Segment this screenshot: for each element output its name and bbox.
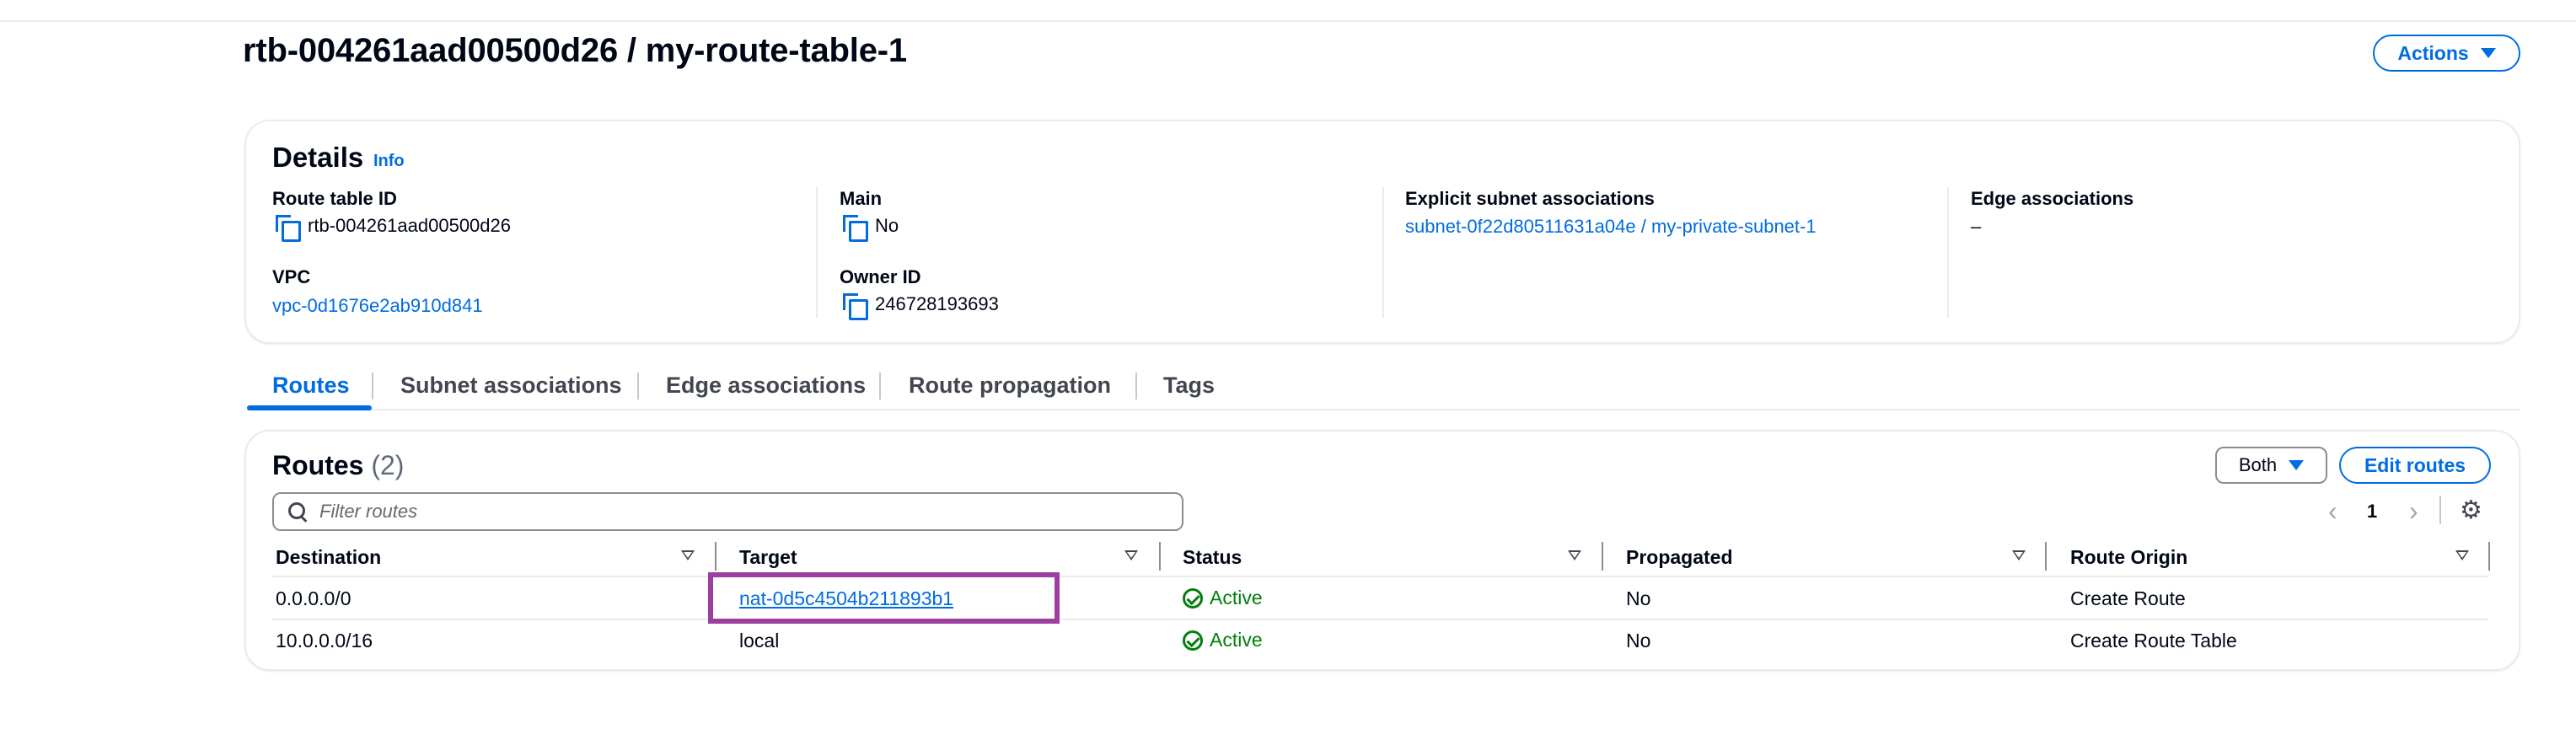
tab-separator (372, 373, 373, 399)
copy-icon[interactable] (843, 215, 868, 242)
caret-down-icon (2480, 48, 2496, 58)
details-heading: Details (272, 142, 364, 173)
column-header-status[interactable]: Status (1183, 546, 1242, 569)
column-header-propagated[interactable]: Propagated (1626, 546, 1733, 569)
column-divider (1382, 187, 1384, 318)
tab-separator (1135, 373, 1137, 399)
info-link[interactable]: Info (373, 152, 405, 171)
owner-id-value: 246728193693 (843, 293, 999, 320)
sort-icon[interactable] (1124, 550, 1138, 560)
owner-id-text: 246728193693 (875, 293, 999, 314)
edit-routes-button[interactable]: Edit routes (2339, 447, 2491, 484)
column-divider (1947, 187, 1949, 318)
routes-count: (2) (371, 450, 405, 480)
actions-button[interactable]: Actions (2373, 35, 2520, 72)
sort-icon[interactable] (2012, 550, 2026, 560)
routes-heading: Routes (2) (272, 450, 404, 481)
tabs-divider (247, 409, 2520, 410)
edge-associations-label: Edge associations (1971, 188, 2134, 209)
explicit-subnet-label: Explicit subnet associations (1405, 188, 1655, 209)
route-status: Active (1183, 629, 1263, 651)
vpc-link[interactable]: vpc-0d1676e2ab910d841 (272, 295, 483, 317)
column-header-route-origin[interactable]: Route Origin (2070, 546, 2187, 569)
status-positive-icon (1183, 630, 1203, 651)
column-resizer[interactable] (1159, 542, 1161, 571)
chevron-right-icon[interactable]: › (2409, 497, 2418, 524)
route-origin: Create Route Table (2070, 630, 2237, 651)
column-resizer[interactable] (2488, 542, 2490, 571)
active-tab-indicator (247, 405, 372, 410)
row-divider (272, 619, 2488, 620)
gear-icon[interactable]: ⚙ (2460, 498, 2482, 523)
main-label: Main (840, 188, 883, 209)
route-filter-select[interactable]: Both (2215, 447, 2327, 484)
filter-routes-input[interactable] (319, 501, 1129, 523)
caret-down-icon (2289, 460, 2305, 470)
header-divider (272, 576, 2488, 577)
tab-route-propagation[interactable]: Route propagation (909, 373, 1111, 399)
copy-icon[interactable] (843, 293, 868, 320)
edge-associations-value: – (1971, 216, 1982, 237)
column-resizer[interactable] (2045, 542, 2047, 571)
tab-routes[interactable]: Routes (272, 373, 350, 399)
main-value: No (843, 215, 899, 242)
route-destination: 10.0.0.0/16 (276, 630, 373, 651)
page-number[interactable]: 1 (2367, 501, 2377, 523)
route-table-id-text: rtb-004261aad00500d26 (308, 215, 512, 236)
route-status-text: Active (1210, 629, 1263, 651)
explicit-subnet-link[interactable]: subnet-0f22d80511631a04e / my-private-su… (1405, 216, 1817, 238)
filter-routes-field[interactable] (272, 492, 1183, 531)
sort-icon[interactable] (1568, 550, 1581, 560)
vpc-label: VPC (272, 266, 311, 287)
route-status: Active (1183, 587, 1263, 609)
page-title: rtb-004261aad00500d26 / my-route-table-1 (243, 32, 907, 69)
route-target: local (739, 630, 780, 651)
sort-icon[interactable] (681, 550, 695, 560)
column-resizer[interactable] (715, 542, 716, 571)
highlight-box (708, 572, 1060, 624)
route-table-id-label: Route table ID (272, 188, 397, 209)
tab-separator (637, 373, 639, 399)
column-resizer[interactable] (1602, 542, 1603, 571)
top-divider (0, 0, 2576, 22)
copy-icon[interactable] (276, 215, 301, 242)
column-divider (816, 187, 818, 318)
tab-separator (879, 373, 881, 399)
tab-subnet-associations[interactable]: Subnet associations (400, 373, 622, 399)
column-header-destination[interactable]: Destination (276, 546, 381, 569)
status-positive-icon (1183, 587, 1203, 609)
sort-icon[interactable] (2455, 550, 2469, 560)
tab-edge-associations[interactable]: Edge associations (666, 373, 866, 399)
owner-id-label: Owner ID (840, 266, 921, 287)
route-status-text: Active (1210, 587, 1263, 609)
route-table-id-value: rtb-004261aad00500d26 (276, 215, 512, 242)
column-header-target[interactable]: Target (739, 546, 797, 569)
tab-tags[interactable]: Tags (1163, 373, 1215, 399)
routes-title: Routes (272, 450, 364, 480)
actions-label: Actions (2397, 41, 2469, 64)
route-filter-value: Both (2238, 454, 2278, 475)
route-origin: Create Route (2070, 587, 2186, 609)
route-propagated: No (1626, 587, 1651, 609)
chevron-left-icon[interactable]: ‹ (2328, 497, 2337, 524)
pager-divider (2439, 496, 2441, 524)
search-icon (287, 501, 308, 522)
route-destination: 0.0.0.0/0 (276, 587, 352, 609)
route-propagated: No (1626, 630, 1651, 651)
main-text: No (875, 215, 899, 236)
